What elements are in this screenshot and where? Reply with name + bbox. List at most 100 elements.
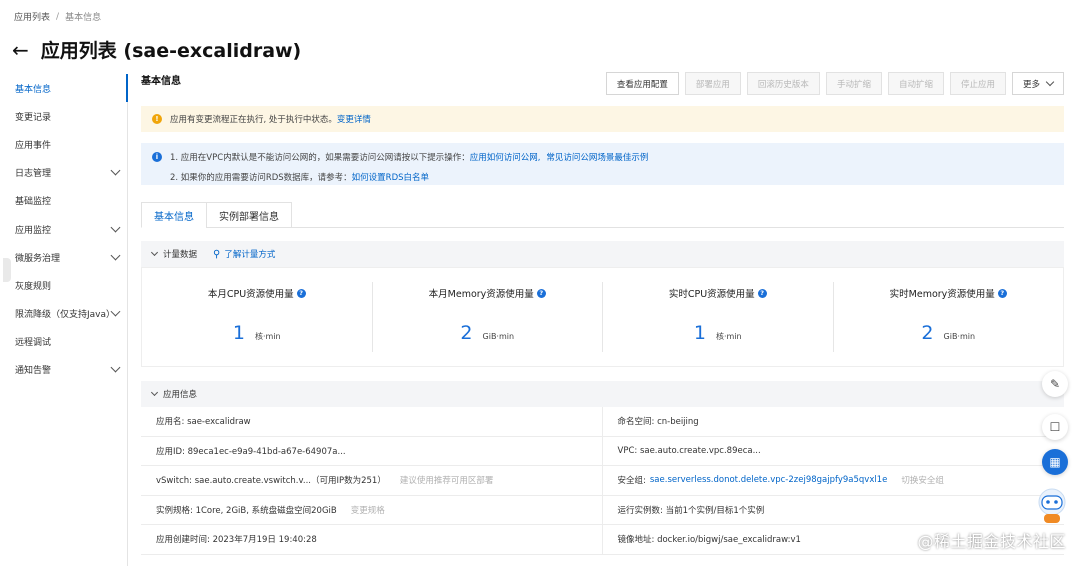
sidebar-item-label: 通知告警 <box>15 366 52 377</box>
info-line1-text: 1. 应用在VPC内默认是不能访问公网的，如果需要访问公网请按以下提示操作： <box>170 153 470 163</box>
metric-label: 实时CPU资源使用量 <box>668 289 755 300</box>
change-spec-link[interactable]: 变更规格 <box>351 504 385 516</box>
manual-scale-button[interactable]: 手动扩缩 <box>825 72 882 95</box>
sidebar-item-label: 限流降级（仅支持Java） <box>15 310 116 321</box>
sidebar-item-remote-debug[interactable]: 远程调试 <box>0 328 127 356</box>
metric-value: 1 <box>232 322 245 344</box>
table-row: vSwitch: sae.auto.create.vswitch.v...（可用… <box>141 466 1064 496</box>
learn-metering-link[interactable]: 了解计量方式 <box>224 248 275 260</box>
metric-card: 实时CPU资源使用量? 1 核·min <box>603 282 834 352</box>
sidebar-item-app-monitoring[interactable]: 应用监控 <box>0 215 127 243</box>
metering-title: 计量数据 <box>163 250 198 260</box>
help-icon[interactable]: ? <box>536 288 546 298</box>
chevron-down-icon <box>110 250 121 261</box>
sidebar-item-log-management[interactable]: 日志管理 <box>0 159 127 187</box>
metric-label: 本月CPU资源使用量 <box>207 289 294 300</box>
rds-whitelist-link[interactable]: 如何设置RDS白名单 <box>352 171 429 183</box>
chevron-down-icon <box>110 222 121 232</box>
edit-icon[interactable]: ✎ <box>1042 371 1068 397</box>
instance-spec-value: 实例规格: 1Core, 2GiB, 系统盘磁盘空间20GiB <box>156 505 337 516</box>
tab-basic-info[interactable]: 基本信息 <box>141 202 207 228</box>
vpc-cell: VPC: sae.auto.create.vpc.89eca... <box>617 445 761 456</box>
sidebar-collapse-handle[interactable] <box>3 258 11 282</box>
sidebar-item-app-events[interactable]: 应用事件 <box>0 130 127 158</box>
assistant-avatar-icon[interactable] <box>1034 486 1070 526</box>
breadcrumb-parent[interactable]: 应用列表 <box>14 10 50 23</box>
metric-value: 1 <box>693 322 706 344</box>
view-config-button[interactable]: 查看应用配置 <box>605 72 679 95</box>
watermark: @稀土掘金技术社区 <box>917 532 1066 551</box>
info-line2-text: 2. 如果你的应用需要访问RDS数据库，请参考： <box>170 173 352 183</box>
info-icon: i <box>152 152 162 162</box>
switch-security-group-link[interactable]: 切换安全组 <box>901 474 944 486</box>
help-icon[interactable]: ? <box>997 288 1007 298</box>
breadcrumb: 应用列表 / 基本信息 <box>14 10 102 24</box>
sidebar-item-rate-limiting[interactable]: 限流降级（仅支持Java） <box>0 300 127 328</box>
public-access-link[interactable]: 应用如何访问公网, <box>470 151 541 163</box>
sidebar-item-alerts[interactable]: 通知告警 <box>0 356 127 384</box>
sidebar: 基本信息 变更记录 应用事件 日志管理 基础监控 应用监控 微服务治理 灰度规则… <box>0 74 128 566</box>
metric-unit: 核·min <box>254 332 281 341</box>
rollback-button[interactable]: 回滚历史版本 <box>746 72 820 95</box>
sidebar-item-label: 应用监控 <box>15 225 52 236</box>
security-group-label: 安全组: <box>617 476 646 487</box>
app-name-cell: 应用名: sae-excalidraw <box>141 407 603 436</box>
metric-card: 本月CPU资源使用量? 1 核·min <box>142 282 373 352</box>
sidebar-item-microservice-governance[interactable]: 微服务治理 <box>0 243 127 271</box>
auto-scale-button[interactable]: 自动扩缩 <box>887 72 944 95</box>
table-row: 应用ID: 89eca1ec-e9a9-41bd-a67e-64907a... … <box>141 436 1064 466</box>
app-info-panel-header[interactable]: 应用信息 <box>141 381 1064 407</box>
sidebar-item-gray-rules[interactable]: 灰度规则 <box>0 271 127 299</box>
metric-label: 本月Memory资源使用量 <box>428 289 534 300</box>
app-id-cell: 应用ID: 89eca1ec-e9a9-41bd-a67e-64907a... <box>141 436 603 465</box>
table-row: 实例规格: 1Core, 2GiB, 系统盘磁盘空间20GiB 变更规格 运行实… <box>141 495 1064 525</box>
instance-spec-cell: 实例规格: 1Core, 2GiB, 系统盘磁盘空间20GiB 变更规格 <box>141 495 603 524</box>
sidebar-item-label: 变更记录 <box>15 112 52 123</box>
page-title: 应用列表 (sae-excalidraw) <box>40 40 302 62</box>
vswitch-value: vSwitch: sae.auto.create.vswitch.v...（可用… <box>156 476 386 487</box>
chevron-down-icon <box>150 388 159 397</box>
chevron-down-icon <box>110 165 121 176</box>
more-label: 更多 <box>1022 79 1040 90</box>
security-group-cell: 安全组: sae.serverless.donot.delete.vpc-2ze… <box>603 466 1065 495</box>
metering-cards: 本月CPU资源使用量? 1 核·min 本月Memory资源使用量? 2 GiB·m… <box>141 267 1064 367</box>
back-arrow-icon[interactable]: ← <box>12 40 29 60</box>
change-details-link[interactable]: 变更详情 <box>337 113 371 125</box>
sidebar-item-label: 日志管理 <box>15 169 52 180</box>
sidebar-item-label: 应用事件 <box>15 140 52 151</box>
metric-unit: 核·min <box>715 332 742 341</box>
toolbar: 查看应用配置 部署应用 回滚历史版本 手动扩缩 自动扩缩 停止应用 更多 <box>605 72 1064 95</box>
sidebar-item-basic-info[interactable]: 基本信息 <box>0 74 128 103</box>
help-icon[interactable]: ? <box>296 288 306 298</box>
tab-instance-deployment[interactable]: 实例部署信息 <box>206 202 292 228</box>
help-icon[interactable]: ? <box>757 288 767 298</box>
recommend-zone-link[interactable]: 建议使用推荐可用区部署 <box>400 474 494 486</box>
created-time-cell: 应用创建时间: 2023年7月19日 19:40:28 <box>141 525 603 554</box>
breadcrumb-current: 基本信息 <box>65 13 102 23</box>
chevron-down-icon <box>150 248 159 257</box>
more-dropdown[interactable]: 更多 <box>1011 72 1064 95</box>
sidebar-item-label: 灰度规则 <box>15 281 52 292</box>
chat-icon[interactable]: ☐ <box>1042 414 1068 440</box>
public-access-examples-link[interactable]: 常见访问公网场景最佳示例 <box>546 151 648 163</box>
sidebar-item-change-records[interactable]: 变更记录 <box>0 102 127 130</box>
metric-value: 2 <box>921 322 934 344</box>
vswitch-cell: vSwitch: sae.auto.create.vswitch.v...（可用… <box>141 466 603 495</box>
breadcrumb-separator: / <box>56 11 60 22</box>
warning-text: 应用有变更流程正在执行, 处于执行中状态。 <box>170 115 337 125</box>
namespace-cell: 命名空间: cn-beijing <box>617 417 699 428</box>
stop-app-button[interactable]: 停止应用 <box>949 72 1006 95</box>
section-title: 基本信息 <box>141 76 181 87</box>
link-icon: ⚲ <box>213 248 221 260</box>
security-group-link[interactable]: sae.serverless.donot.delete.vpc-2zej98ga… <box>650 475 887 485</box>
table-row: 应用名: sae-excalidraw 命名空间: cn-beijing <box>141 407 1064 437</box>
metric-card: 本月Memory资源使用量? 2 GiB·min <box>373 282 603 352</box>
apps-grid-icon[interactable]: ▦ <box>1042 449 1068 475</box>
deploy-button[interactable]: 部署应用 <box>684 72 741 95</box>
metering-panel-header[interactable]: 计量数据 ⚲ 了解计量方式 <box>141 241 1064 267</box>
metric-card: 实时Memory资源使用量? 2 GiB·min <box>834 282 1064 352</box>
app-info-title: 应用信息 <box>163 390 198 400</box>
metric-unit: GiB·min <box>943 332 976 341</box>
info-notice: i 1. 应用在VPC内默认是不能访问公网的，如果需要访问公网请按以下提示操作：… <box>141 143 1064 185</box>
sidebar-item-basic-monitoring[interactable]: 基础监控 <box>0 187 127 215</box>
